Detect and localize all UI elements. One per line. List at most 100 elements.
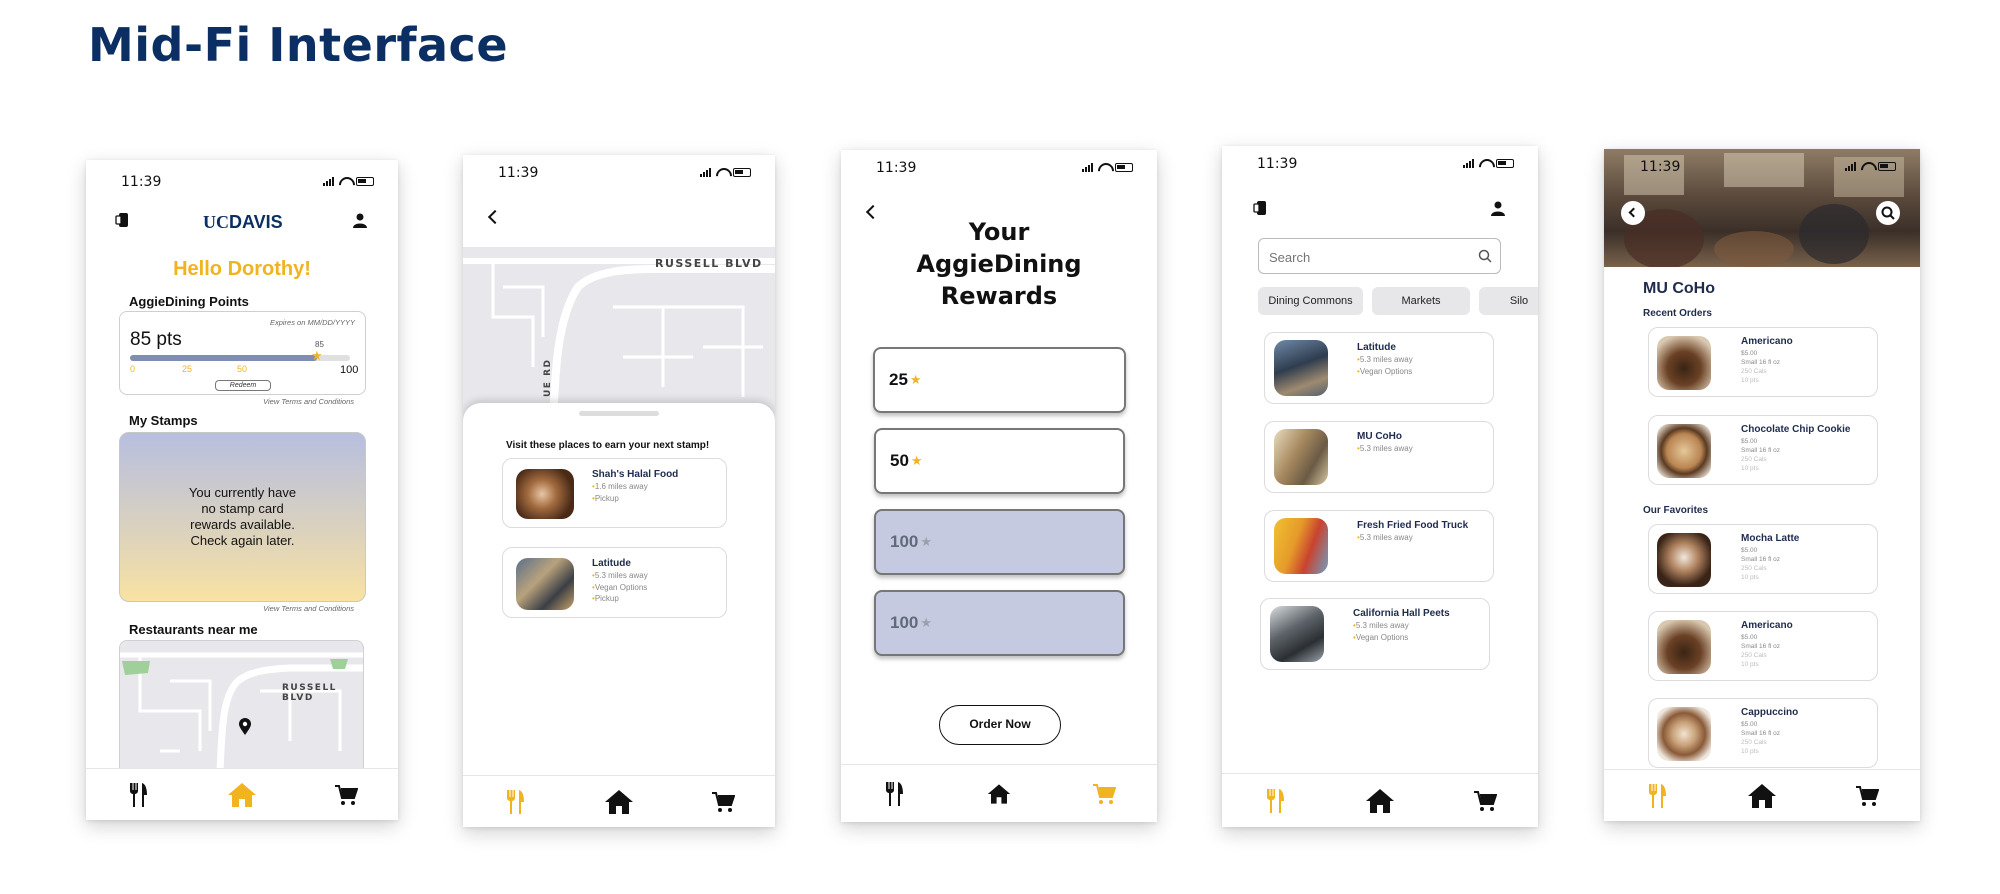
star-icon: ★ xyxy=(920,534,933,549)
back-button[interactable] xyxy=(483,207,505,229)
menu-item-calories: 250 Cals xyxy=(1741,652,1767,659)
status-icons xyxy=(323,176,374,186)
search-icon xyxy=(1881,206,1895,220)
search-input[interactable] xyxy=(1269,247,1469,267)
ucdavis-logo: UCDAVIS xyxy=(203,212,283,233)
menu-item-name: Americano xyxy=(1741,620,1793,631)
cart-icon[interactable] xyxy=(706,785,740,819)
reward-tier-locked[interactable]: 100 ★ xyxy=(874,590,1125,656)
progress-star-icon: ★ xyxy=(311,348,323,363)
menu-item-name: Mocha Latte xyxy=(1741,533,1800,544)
home-icon[interactable] xyxy=(602,785,636,819)
home-icon[interactable] xyxy=(225,778,259,812)
place-details: •1.6 miles away •Pickup xyxy=(592,482,648,503)
fork-knife-icon[interactable] xyxy=(498,785,532,819)
status-time: 11:39 xyxy=(121,174,162,190)
star-icon: ★ xyxy=(920,615,933,630)
scale-50: 50 xyxy=(237,364,248,374)
restaurant-card[interactable]: Fresh Fried Food Truck •5.3 miles away xyxy=(1264,510,1494,582)
restaurant-distance: 5.3 miles away xyxy=(1359,444,1413,453)
place-card[interactable]: Shah's Halal Food •1.6 miles away •Picku… xyxy=(502,458,727,528)
restaurant-card[interactable]: California Hall Peets •5.3 miles away •V… xyxy=(1260,598,1490,670)
redeem-button[interactable]: Redeem xyxy=(215,380,271,391)
street-label-side: UE RD xyxy=(543,358,553,398)
star-icon: ★ xyxy=(909,372,922,387)
reward-tier-locked[interactable]: 100 ★ xyxy=(874,509,1125,575)
menu-item-details: $5.00 Small 16 fl oz 250 Cals 10 pts xyxy=(1741,349,1780,385)
menu-item-card[interactable]: Chocolate Chip Cookie $5.00 Small 16 fl … xyxy=(1648,415,1878,485)
back-button[interactable] xyxy=(1621,201,1645,225)
cart-icon[interactable] xyxy=(329,778,363,812)
restaurant-name: Fresh Fried Food Truck xyxy=(1357,520,1469,531)
home-icon[interactable] xyxy=(1363,784,1397,818)
restaurant-card[interactable]: Latitude •5.3 miles away •Vegan Options xyxy=(1264,332,1494,404)
wifi-icon xyxy=(1479,159,1491,168)
reward-tier[interactable]: 25 ★ xyxy=(873,347,1126,413)
menu-item-details: $5.00 Small 16 fl oz 250 Cals 10 pts xyxy=(1741,437,1780,473)
street-label: RUSSELL BLVD xyxy=(282,683,337,703)
restaurant-image xyxy=(1274,429,1328,485)
battery-icon xyxy=(1878,162,1896,171)
fork-knife-icon[interactable] xyxy=(877,777,911,811)
terms-link-2[interactable]: View Terms and Conditions xyxy=(263,604,354,613)
fork-knife-icon[interactable] xyxy=(121,778,155,812)
profile-icon[interactable] xyxy=(1490,200,1506,216)
screen-rewards: 11:39 Your AggieDining Rewards 25 ★ 50 ★ 1… xyxy=(841,150,1157,822)
menu-item-name: Chocolate Chip Cookie xyxy=(1741,424,1851,435)
screen-menu: 11:39 MU CoHo Recent Orders Americano $5… xyxy=(1604,149,1920,821)
back-button[interactable] xyxy=(861,202,883,224)
profile-icon[interactable] xyxy=(352,212,368,228)
chip-silo[interactable]: Silo xyxy=(1479,287,1538,315)
menu-item-size: Small 16 fl oz xyxy=(1741,556,1781,563)
points-title: AggieDining Points xyxy=(129,294,249,309)
menu-item-points: 10 pts xyxy=(1741,574,1759,581)
chip-markets[interactable]: Markets xyxy=(1372,287,1470,315)
status-icons xyxy=(700,167,751,177)
cart-icon[interactable] xyxy=(1087,777,1121,811)
restaurant-card[interactable]: MU CoHo •5.3 miles away xyxy=(1264,421,1494,493)
menu-item-card[interactable]: Americano $5.00 Small 16 fl oz 250 Cals … xyxy=(1648,327,1878,397)
card-icon[interactable] xyxy=(1253,200,1269,216)
bottom-nav xyxy=(86,768,398,820)
location-pin-icon[interactable] xyxy=(238,718,252,741)
rewards-title: Your AggieDining Rewards xyxy=(916,218,1082,310)
restaurant-option: Vegan Options xyxy=(1359,366,1413,376)
card-icon[interactable] xyxy=(115,212,131,228)
home-icon[interactable] xyxy=(982,777,1016,811)
nearby-map[interactable]: RUSSELL BLVD xyxy=(119,640,364,770)
menu-item-details: $5.00 Small 16 fl oz 250 Cals 10 pts xyxy=(1741,720,1780,756)
place-card[interactable]: Latitude •5.3 miles away •Vegan Options … xyxy=(502,547,727,618)
reward-tier[interactable]: 50 ★ xyxy=(874,428,1125,494)
restaurant-distance: 5.3 miles away xyxy=(1359,533,1413,542)
home-icon[interactable] xyxy=(1745,779,1779,813)
progress-bar: ★ xyxy=(130,348,350,363)
map-view[interactable]: RUSSELL BLVD UE RD xyxy=(463,247,775,427)
fork-knife-icon[interactable] xyxy=(1258,784,1292,818)
menu-item-image xyxy=(1657,533,1711,587)
menu-item-card[interactable]: Mocha Latte $5.00 Small 16 fl oz 250 Cal… xyxy=(1648,524,1878,594)
menu-item-details: $5.00 Small 16 fl oz 250 Cals 10 pts xyxy=(1741,546,1780,582)
menu-item-price: $5.00 xyxy=(1741,721,1758,728)
menu-item-image xyxy=(1657,620,1711,674)
restaurant-details: •5.3 miles away •Vegan Options xyxy=(1353,621,1409,642)
menu-item-card[interactable]: Americano $5.00 Small 16 fl oz 250 Cals … xyxy=(1648,611,1878,681)
battery-icon xyxy=(356,177,374,186)
menu-item-name: Cappuccino xyxy=(1741,707,1799,718)
bottom-nav xyxy=(1222,773,1538,827)
battery-icon xyxy=(733,168,751,177)
menu-item-card[interactable]: Cappuccino $5.00 Small 16 fl oz 250 Cals… xyxy=(1648,698,1878,768)
order-now-button[interactable]: Order Now xyxy=(939,705,1061,745)
sheet-handle[interactable] xyxy=(579,411,659,416)
terms-link[interactable]: View Terms and Conditions xyxy=(263,397,354,406)
cart-icon[interactable] xyxy=(1468,784,1502,818)
restaurant-image xyxy=(1270,606,1324,662)
search-icon[interactable] xyxy=(1478,249,1492,268)
menu-item-calories: 250 Cals xyxy=(1741,565,1767,572)
chip-dining-commons[interactable]: Dining Commons xyxy=(1258,287,1363,315)
fork-knife-icon[interactable] xyxy=(1640,779,1674,813)
search-box[interactable] xyxy=(1258,238,1501,274)
cart-icon[interactable] xyxy=(1850,779,1884,813)
battery-icon xyxy=(1496,159,1514,168)
search-button[interactable] xyxy=(1876,201,1900,225)
menu-item-price: $5.00 xyxy=(1741,350,1758,357)
